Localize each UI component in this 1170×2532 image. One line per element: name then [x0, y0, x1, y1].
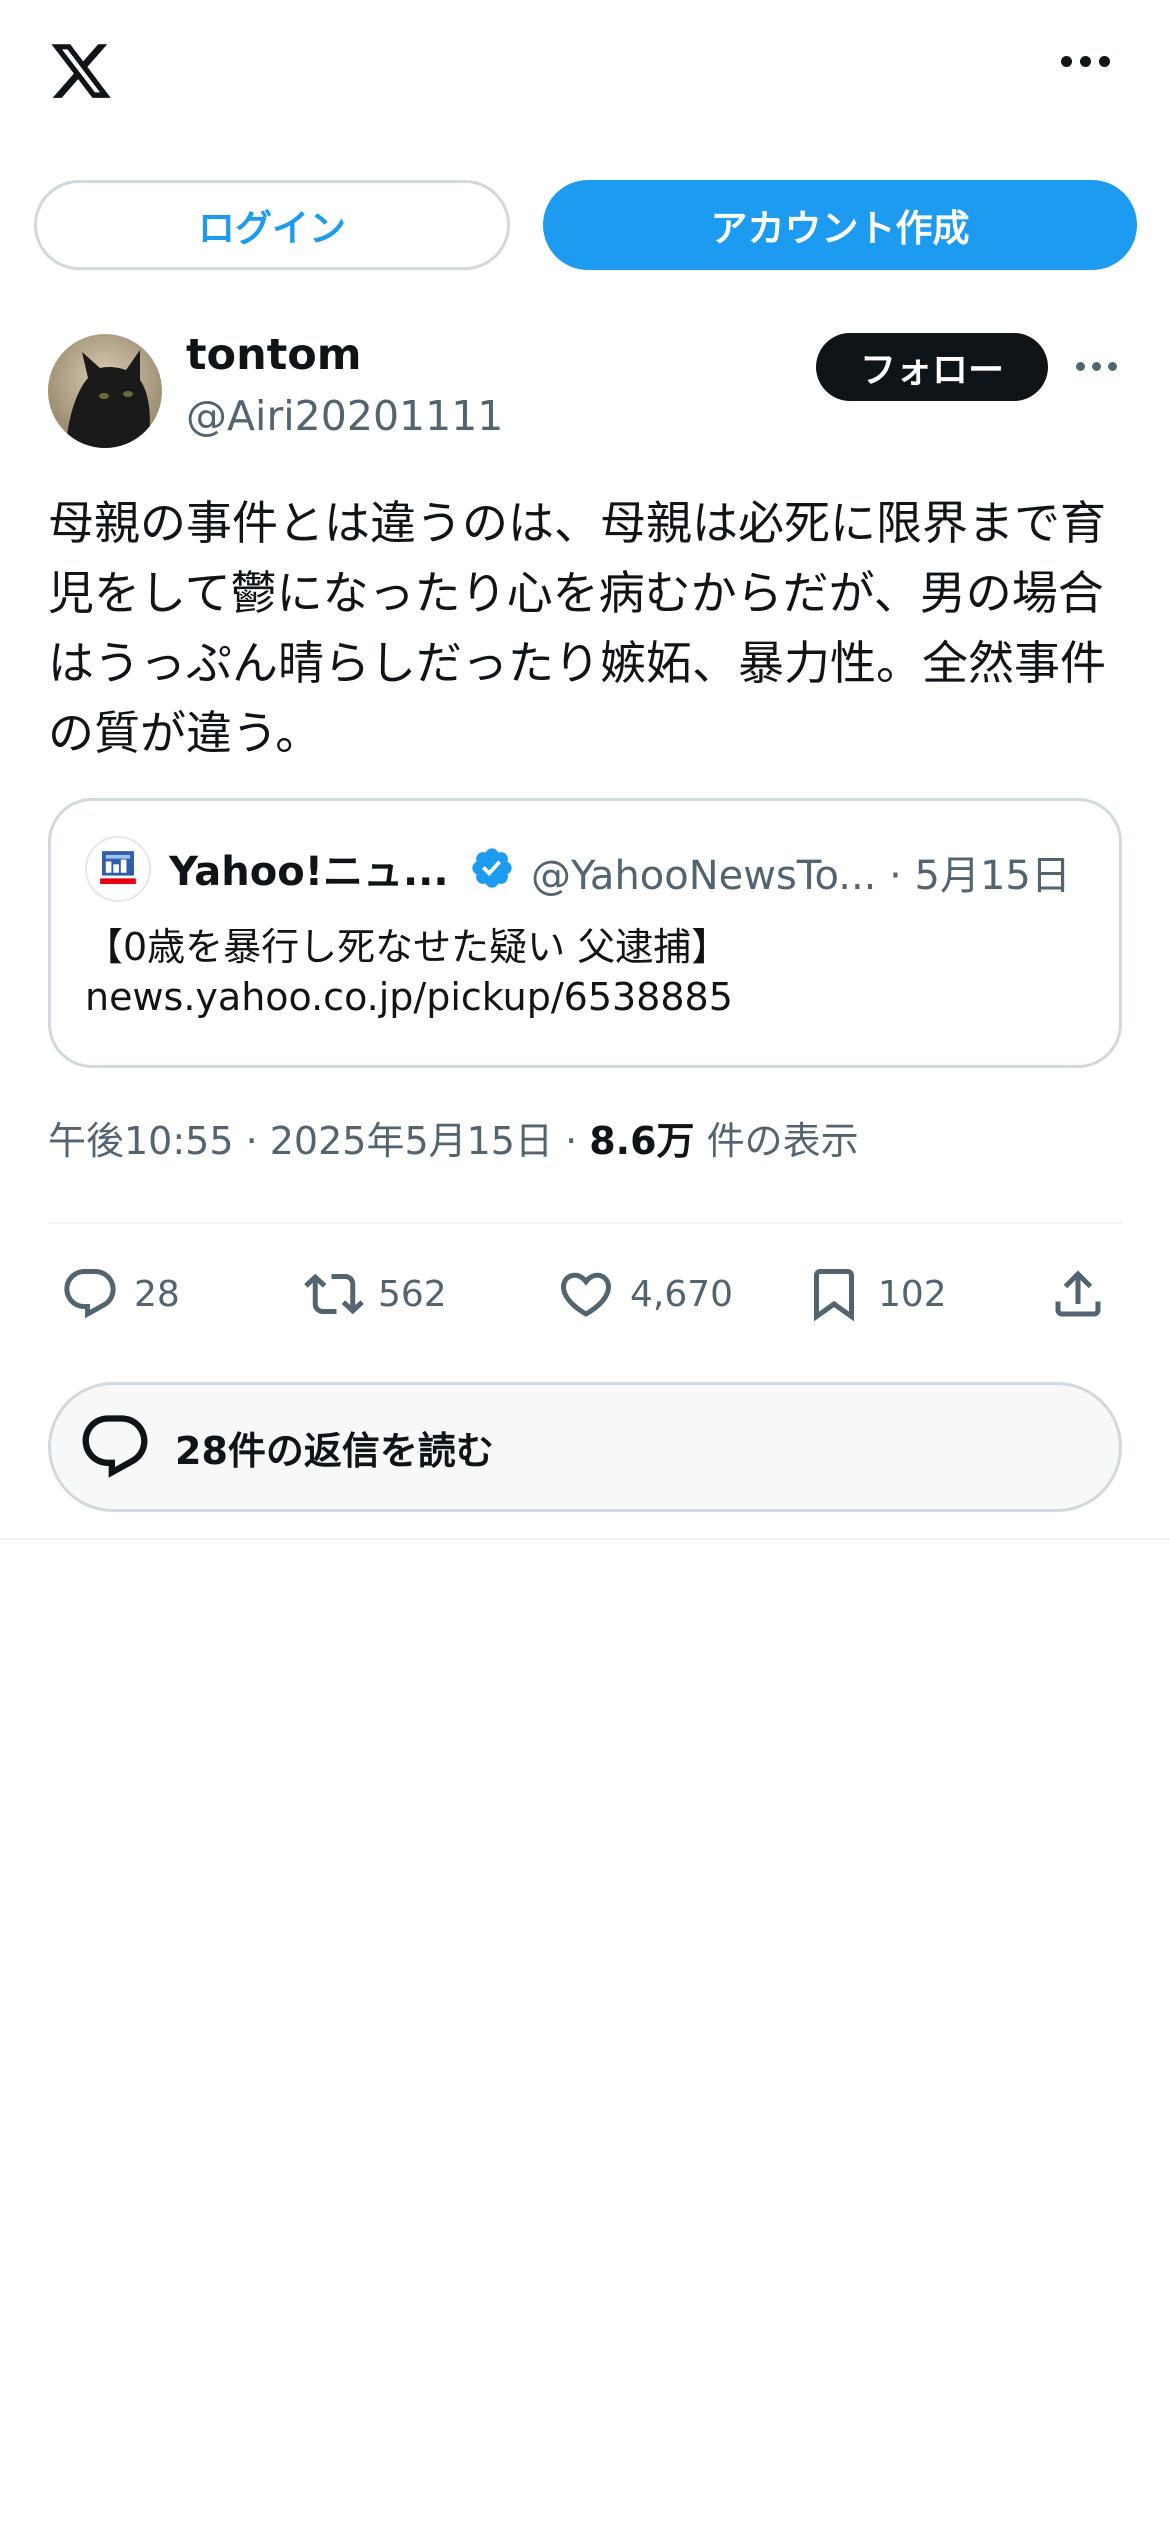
- retweet-button[interactable]: 562: [304, 1254, 447, 1334]
- heart-icon: [560, 1272, 612, 1317]
- quote-tweet-card[interactable]: Yahoo!ニュ... @YahooNewsTo... · 5月15日 【0歳を…: [48, 798, 1122, 1068]
- retweet-icon: [304, 1273, 364, 1315]
- divider: [0, 1538, 1170, 1540]
- reply-bubble-icon: [82, 1415, 148, 1478]
- views-label: 件の表示: [694, 1119, 859, 1163]
- follow-button[interactable]: フォロー: [816, 333, 1048, 401]
- quote-text: 【0歳を暴行し死なせた疑い 父逮捕】: [85, 925, 730, 969]
- retweet-count: 562: [378, 1273, 447, 1315]
- quote-handle-date: @YahooNewsTo... · 5月15日: [531, 853, 1071, 899]
- like-button[interactable]: 4,670: [556, 1254, 733, 1334]
- tweet-meta: 午後10:55 · 2025年5月15日 · 8.6万 件の表示: [48, 1110, 859, 1165]
- login-button[interactable]: ログイン: [34, 180, 510, 270]
- verified-badge-icon: [472, 848, 512, 888]
- yahoo-news-avatar: [85, 836, 151, 902]
- tweet-text: 母親の事件とは違うのは、母親は必死に限界まで育児をして鬱になったり心を病むからだ…: [48, 496, 1106, 760]
- avatar[interactable]: [48, 334, 162, 448]
- tweet-more-icon[interactable]: [1076, 362, 1117, 371]
- more-options-icon[interactable]: [1061, 56, 1110, 67]
- read-replies-label: 28件の返信を読む: [175, 1428, 494, 1473]
- create-account-button[interactable]: アカウント作成: [543, 180, 1137, 270]
- read-replies-button[interactable]: 28件の返信を読む: [48, 1382, 1122, 1512]
- quote-author-name: Yahoo!ニュ...: [169, 849, 449, 895]
- quote-link[interactable]: news.yahoo.co.jp/pickup/6538885: [85, 975, 733, 1019]
- bookmark-button[interactable]: 102: [804, 1254, 947, 1334]
- share-icon: [1055, 1270, 1101, 1317]
- author-handle[interactable]: @Airi20201111: [186, 392, 503, 440]
- share-button[interactable]: [1048, 1254, 1108, 1334]
- reply-button[interactable]: 28: [60, 1254, 180, 1334]
- bookmark-icon: [814, 1269, 854, 1322]
- reply-count: 28: [134, 1273, 180, 1315]
- author-name[interactable]: tontom: [186, 330, 362, 380]
- reply-icon: [64, 1269, 116, 1319]
- bookmark-count: 102: [878, 1273, 947, 1315]
- divider: [48, 1222, 1122, 1224]
- tweet-timestamp[interactable]: 午後10:55 · 2025年5月15日 ·: [48, 1119, 589, 1163]
- yahoo-news-logo-icon: [100, 851, 136, 885]
- x-logo-icon[interactable]: [48, 38, 114, 104]
- views-count: 8.6万: [589, 1119, 695, 1163]
- like-count: 4,670: [630, 1273, 734, 1315]
- avatar-cat-image: [48, 334, 162, 448]
